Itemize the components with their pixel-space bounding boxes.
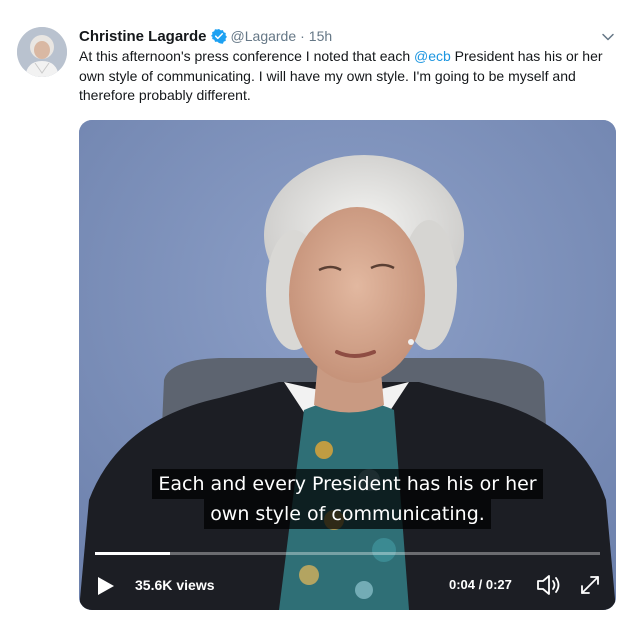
video-progress-bar[interactable] bbox=[95, 552, 600, 555]
tweet: Christine Lagarde @Lagarde · 15h At this… bbox=[0, 0, 634, 621]
separator-dot: · bbox=[300, 28, 305, 44]
video-controls: 35.6K views 0:04 / 0:27 bbox=[79, 568, 616, 602]
duration: 0:27 bbox=[485, 577, 512, 592]
fullscreen-icon[interactable] bbox=[579, 574, 601, 596]
views-label: views bbox=[176, 577, 215, 593]
tweet-header: Christine Lagarde @Lagarde · 15h bbox=[79, 25, 332, 47]
tweet-timestamp[interactable]: 15h bbox=[309, 28, 332, 44]
tweet-text-part: At this afternoon's press conference I n… bbox=[79, 48, 414, 64]
current-time: 0:04 bbox=[449, 577, 476, 592]
tweet-text: At this afternoon's press conference I n… bbox=[79, 47, 614, 106]
avatar[interactable] bbox=[17, 27, 67, 77]
play-icon[interactable] bbox=[97, 576, 115, 596]
display-name[interactable]: Christine Lagarde bbox=[79, 28, 207, 45]
subtitle-line-2: own style of communicating. bbox=[204, 499, 491, 529]
volume-icon[interactable] bbox=[536, 574, 562, 596]
verified-badge-icon bbox=[210, 28, 227, 44]
time-separator: / bbox=[475, 577, 486, 592]
video-frame-image bbox=[79, 120, 616, 610]
profile-avatar-image bbox=[17, 27, 67, 77]
mention-link[interactable]: @ecb bbox=[414, 48, 451, 64]
video-progress-fill bbox=[95, 552, 170, 555]
view-count: 35.6K views bbox=[135, 577, 215, 593]
video-player[interactable]: Each and every President has his or her … bbox=[79, 120, 616, 610]
video-time: 0:04 / 0:27 bbox=[449, 577, 512, 592]
subtitle-caption: Each and every President has his or her … bbox=[79, 469, 616, 529]
user-handle[interactable]: @Lagarde bbox=[231, 28, 297, 44]
subtitle-line-1: Each and every President has his or her bbox=[152, 469, 543, 499]
views-count: 35.6K bbox=[135, 577, 173, 593]
chevron-down-icon[interactable] bbox=[601, 30, 615, 44]
